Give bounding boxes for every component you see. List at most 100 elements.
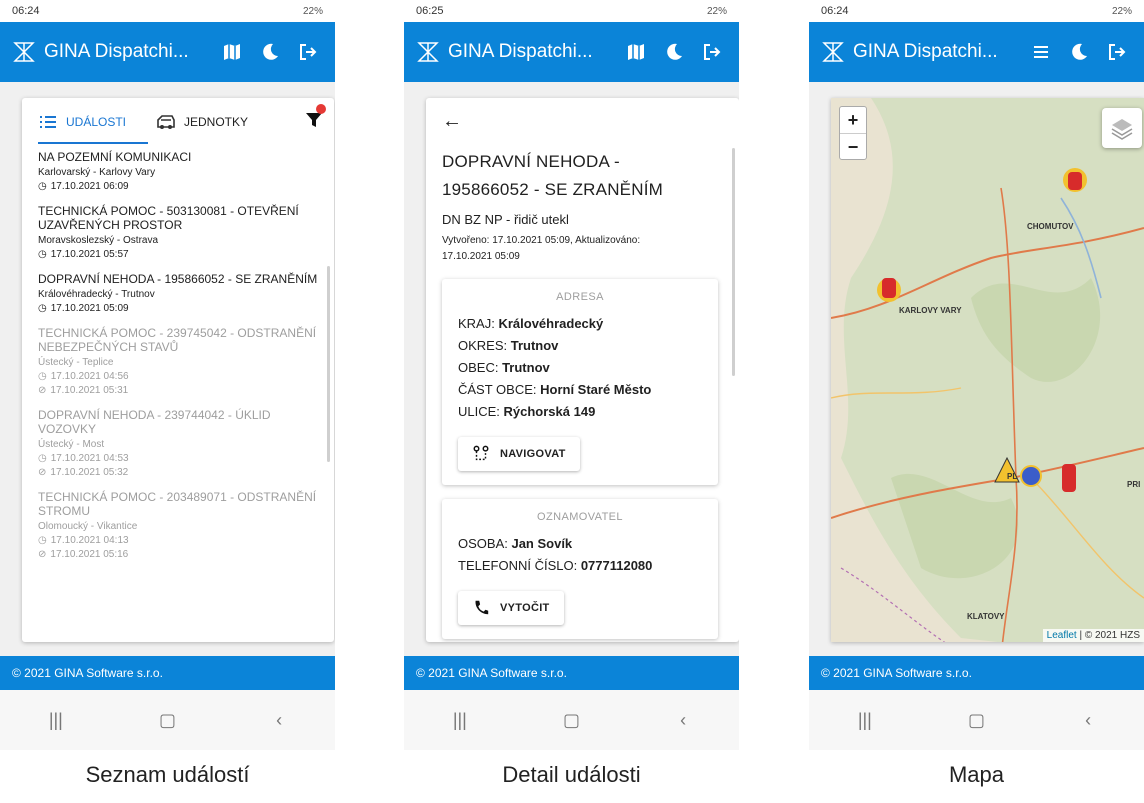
event-item[interactable]: DOPRAVNÍ NEHODA - 239744042 - ÚKLID VOZO… (38, 408, 318, 478)
dark-mode-button[interactable] (251, 33, 289, 71)
home-icon[interactable]: ▢ (147, 710, 187, 731)
tab-bar: UDÁLOSTI JEDNOTKY (22, 98, 334, 146)
navigate-label: NAVIGOVAT (500, 448, 566, 460)
map-label-pri: PRI (1127, 480, 1141, 489)
list-icon (40, 116, 56, 128)
detail-row: OBEC: Trutnov (458, 357, 702, 379)
closed-clock-icon: ⊘ (38, 467, 47, 478)
logout-button[interactable] (1098, 33, 1136, 71)
event-timestamps: Vytvořeno: 17.10.2021 05:09, Aktualizová… (442, 235, 641, 262)
fire-truck-icon (157, 115, 175, 129)
detail-row-label: ČÁST OBCE: (458, 382, 541, 397)
tab-units[interactable]: JEDNOTKY (156, 112, 248, 132)
map-label-klatovy: KLATOVY (967, 612, 1005, 621)
event-region: Královéhradecký - Trutnov (38, 289, 155, 300)
zoom-in-button[interactable]: + (840, 107, 866, 133)
logout-icon (1109, 44, 1126, 60)
incident-marker-4[interactable] (1062, 464, 1076, 492)
detail-row-label: OSOBA: (458, 536, 512, 551)
map-button[interactable] (213, 33, 251, 71)
footer: © 2021 GINA Software s.r.o. (809, 656, 1144, 690)
address-section: ADRESA KRAJ: Královéhradecký OKRES: Trutn… (442, 279, 718, 485)
closed-clock-icon: ⊘ (38, 385, 47, 396)
recent-apps-icon[interactable]: ||| (440, 710, 480, 731)
event-title: DOPRAVNÍ NEHODA - 195866052 - SE ZRANĚNÍ… (38, 272, 318, 286)
zoom-out-button[interactable]: − (840, 133, 866, 159)
map-button[interactable] (617, 33, 655, 71)
closed-clock-icon: ⊘ (38, 549, 47, 560)
address-rows: KRAJ: Královéhradecký OKRES: Trutnov OBEC:… (458, 313, 702, 423)
dark-mode-button[interactable] (655, 33, 693, 71)
back-icon[interactable]: ‹ (259, 710, 299, 731)
clock-icon: ◷ (38, 371, 47, 382)
back-icon[interactable]: ‹ (663, 710, 703, 731)
detail-row-value: Jan Sovík (511, 536, 573, 551)
app-bar: GINA Dispatchi... (0, 22, 335, 82)
event-time: ⊘ 17.10.2021 05:16 (38, 549, 318, 560)
event-title: DOPRAVNÍ NEHODA - 239744042 - ÚKLID VOZO… (38, 408, 271, 436)
event-time-value: 17.10.2021 05:57 (50, 249, 129, 260)
content: ← DOPRAVNÍ NEHODA - 195866052 - SE ZRANĚ… (404, 82, 739, 648)
home-icon[interactable]: ▢ (956, 710, 996, 731)
list-view-button[interactable] (1022, 33, 1060, 71)
event-region: Ústecký - Teplice (38, 357, 114, 368)
logout-button[interactable] (289, 33, 327, 71)
event-time-value: 17.10.2021 05:32 (50, 467, 129, 478)
navigate-button[interactable]: NAVIGOVAT (458, 437, 580, 471)
event-title: TECHNICKÁ POMOC - 503130081 - OTEVŘENÍ U… (38, 204, 299, 232)
reporter-rows: OSOBA: Jan Sovík TELEFONNÍ ČÍSLO: 0777112… (458, 533, 702, 577)
footer: © 2021 GINA Software s.r.o. (404, 656, 739, 690)
app-title: GINA Dispatchi... (853, 41, 998, 62)
caption-map: Mapa (948, 762, 1005, 787)
status-bar: 06:24 22% (0, 0, 335, 22)
back-arrow-icon[interactable]: ← (442, 110, 466, 134)
event-item[interactable]: TECHNICKÁ POMOC - 203489071 - ODSTRANĚNÍ… (38, 490, 318, 560)
event-item[interactable]: TECHNICKÁ POMOC - 503130081 - OTEVŘENÍ U… (38, 204, 318, 260)
map-view[interactable]: KARLOVY VARY CHOMUTOV KLATOVY PL PRI + −… (831, 98, 1144, 642)
detail-row-label: ULICE: (458, 404, 504, 419)
logout-button[interactable] (693, 33, 731, 71)
recent-apps-icon[interactable]: ||| (36, 710, 76, 731)
incident-marker-2[interactable] (877, 278, 901, 302)
layers-icon (1111, 119, 1133, 140)
back-icon[interactable]: ‹ (1068, 710, 1108, 731)
detail-row-value: 0777112080 (580, 558, 653, 573)
recent-apps-icon[interactable]: ||| (845, 710, 885, 731)
phone-icon (475, 600, 489, 615)
app-title: GINA Dispatchi... (44, 41, 189, 62)
app-bar: GINA Dispatchi... (809, 22, 1144, 82)
logout-icon (300, 44, 317, 60)
clock-icon: ◷ (38, 535, 47, 546)
tab-events-label: UDÁLOSTI (66, 115, 127, 129)
reporter-heading: OZNAMOVATEL (537, 511, 623, 523)
list-icon (1034, 46, 1048, 58)
call-label: VYTOČIT (500, 602, 550, 614)
tab-events[interactable]: UDÁLOSTI (38, 112, 126, 132)
detail-row-value: Rýchorská 149 (503, 404, 596, 419)
event-time: ◷ 17.10.2021 04:56 (38, 371, 318, 382)
event-time: ⊘ 17.10.2021 05:31 (38, 385, 318, 396)
footer: © 2021 GINA Software s.r.o. (0, 656, 335, 690)
home-icon[interactable]: ▢ (551, 710, 591, 731)
event-item[interactable]: TECHNICKÁ POMOC - 239745042 - ODSTRANĚNÍ… (38, 326, 318, 396)
layers-button[interactable] (1102, 108, 1142, 148)
scrollbar[interactable] (327, 266, 330, 462)
incident-marker-1[interactable] (1063, 168, 1087, 192)
event-time-value: 17.10.2021 04:13 (50, 535, 129, 546)
call-button[interactable]: VYTOČIT (458, 591, 564, 625)
leaflet-link[interactable]: Leaflet (1047, 630, 1077, 641)
event-item[interactable]: DOPRAVNÍ NEHODA - 195866052 - SE ZRANĚNÍ… (38, 272, 318, 314)
event-time: ◷ 17.10.2021 05:57 (38, 249, 318, 260)
clock-icon: ◷ (38, 303, 47, 314)
dark-mode-button[interactable] (1060, 33, 1098, 71)
event-title: DOPRAVNÍ NEHODA - 195866052 - SE ZRANĚNÍ… (442, 152, 663, 199)
event-item[interactable]: NA POZEMNÍ KOMUNIKACI Karlovarský - Karlo… (38, 150, 318, 192)
event-time: ◷ 17.10.2021 04:53 (38, 453, 318, 464)
moon-icon (667, 43, 682, 60)
event-region: Olomoucký - Vikantice (38, 521, 138, 532)
event-title: NA POZEMNÍ KOMUNIKACI (38, 150, 192, 164)
clock-icon: ◷ (38, 249, 47, 260)
scrollbar[interactable] (732, 148, 735, 376)
event-region: Ústecký - Most (38, 439, 105, 450)
event-region: Karlovarský - Karlovy Vary (38, 167, 156, 178)
